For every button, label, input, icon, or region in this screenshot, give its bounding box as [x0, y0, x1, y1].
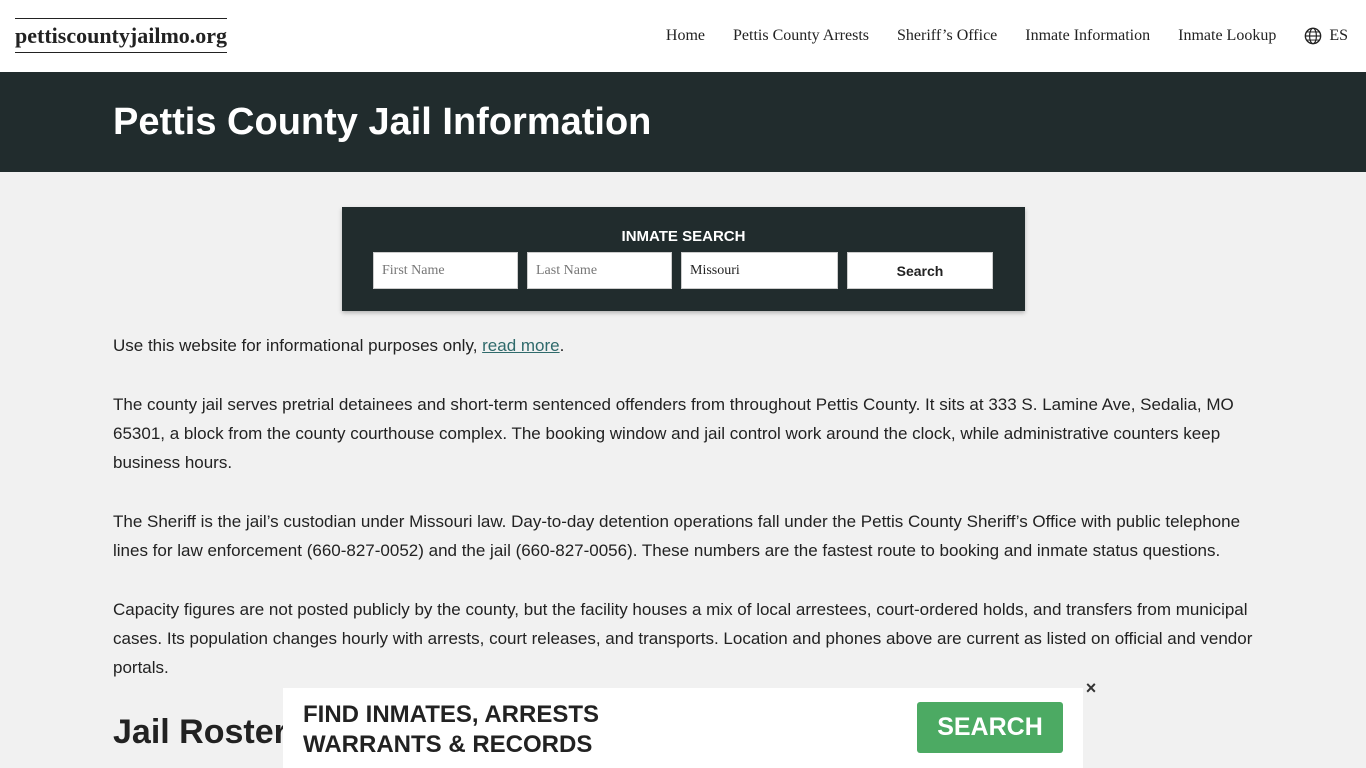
- read-more-link[interactable]: read more: [482, 336, 559, 355]
- last-name-input[interactable]: [527, 252, 672, 289]
- paragraph-jail-overview: The county jail serves pretrial detainee…: [113, 395, 1234, 472]
- nav-inmate-lookup[interactable]: Inmate Lookup: [1178, 26, 1276, 46]
- paragraph-sheriff-contacts: The Sheriff is the jail’s custodian unde…: [113, 512, 1241, 560]
- nav-home[interactable]: Home: [666, 26, 705, 46]
- site-header: pettiscountyjailmo.org Home Pettis Count…: [0, 0, 1366, 72]
- bottom-ad-banner[interactable]: FIND INMATES, ARRESTS WARRANTS & RECORDS…: [283, 688, 1083, 768]
- inmate-search-title: INMATE SEARCH: [621, 228, 746, 245]
- search-button[interactable]: Search: [847, 252, 993, 289]
- language-label: ES: [1329, 27, 1348, 44]
- hero-banner: Pettis County Jail Information: [0, 72, 1366, 172]
- language-switcher[interactable]: ES: [1304, 27, 1348, 45]
- disclaimer-text: Use this website for informational purpo…: [113, 336, 483, 355]
- ad-line-1: FIND INMATES, ARRESTS: [303, 701, 600, 728]
- ad-headline: FIND INMATES, ARRESTS WARRANTS & RECORDS: [303, 700, 599, 760]
- nav-pettis-county-arrests[interactable]: Pettis County Arrests: [733, 26, 869, 46]
- nav-sheriffs-office[interactable]: Sheriff’s Office: [897, 26, 997, 46]
- page-title: Pettis County Jail Information: [113, 101, 652, 143]
- ad-line-2: WARRANTS & RECORDS: [303, 731, 593, 758]
- disclaimer-end: .: [559, 336, 565, 355]
- inmate-search-panel: INMATE SEARCH Search: [342, 207, 1025, 311]
- nav-inmate-information[interactable]: Inmate Information: [1025, 26, 1150, 46]
- main-nav: Home Pettis County Arrests Sheriff’s Off…: [638, 26, 1348, 46]
- first-name-input[interactable]: [373, 252, 518, 289]
- close-icon[interactable]: ×: [1083, 679, 1099, 697]
- ad-search-button[interactable]: SEARCH: [917, 702, 1063, 753]
- site-logo[interactable]: pettiscountyjailmo.org: [15, 18, 228, 53]
- state-input[interactable]: [681, 252, 838, 289]
- globe-icon: [1305, 27, 1322, 45]
- disclaimer: Use this website for informational purpo…: [113, 331, 1258, 360]
- paragraph-capacity: Capacity figures are not posted publicly…: [113, 600, 1253, 677]
